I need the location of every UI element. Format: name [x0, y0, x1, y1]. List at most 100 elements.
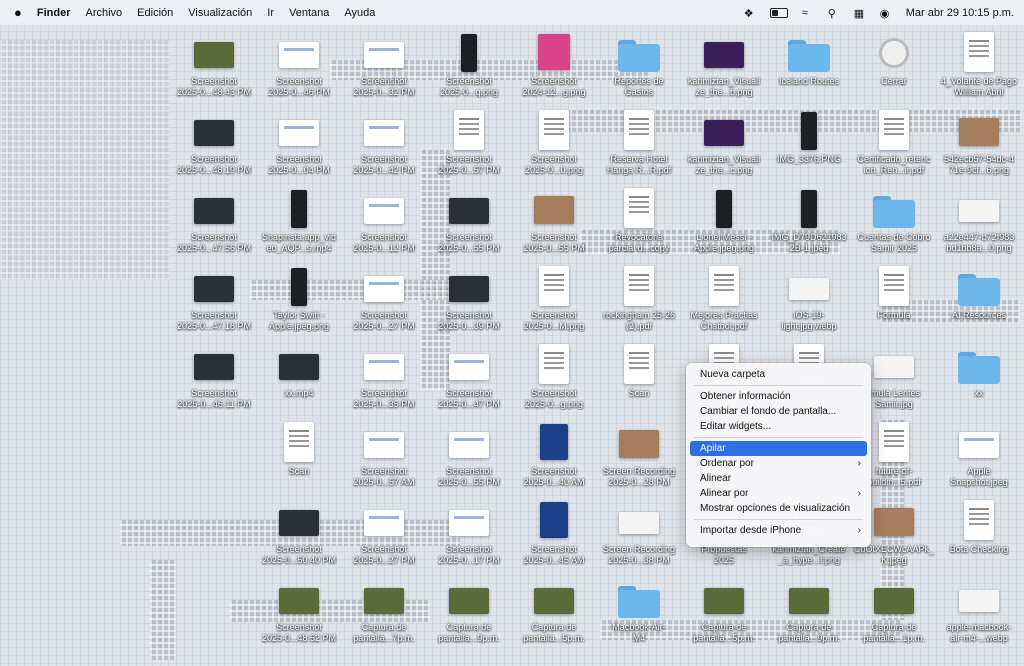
menu-item-edit-widgets[interactable]: Editar widgets... — [690, 419, 867, 434]
desktop-file-icon[interactable]: Screenshot 2025-0...55 PM — [427, 420, 511, 496]
desktop-file-icon[interactable]: Screenshot 2025-0...35 PM — [342, 342, 426, 418]
desktop-file-icon[interactable]: Screenshot 2025-0...40 AM — [512, 420, 596, 496]
desktop-file-icon[interactable]: Iceland Routes — [767, 30, 851, 106]
menu-ventana[interactable]: Ventana — [289, 7, 329, 19]
desktop-file-icon[interactable]: Screenshot 2025-0...47.56 PM — [172, 186, 256, 262]
desktop-file-icon[interactable]: Cuentas de Cobro Samir 2025 — [852, 186, 936, 262]
desktop-file-icon[interactable]: karimiztan_Visuali ze_the...c.png — [682, 108, 766, 184]
menu-ayuda[interactable]: Ayuda — [344, 7, 375, 19]
desktop-file-icon[interactable]: IMG_D79D621983 2B-1.jpeg — [767, 186, 851, 262]
menu-finder[interactable]: Finder — [37, 7, 71, 19]
file-name-line-2: light.jpg.webp — [781, 321, 837, 331]
desktop-file-icon[interactable]: Screenshot 2025-0...55 PM — [427, 186, 511, 262]
desktop-file-icon[interactable]: Screenshot 2025-0...q.png — [427, 30, 511, 106]
desktop-file-icon[interactable]: Reserva Hotel Hanga R...R.pdf — [597, 108, 681, 184]
desktop-file-icon[interactable]: Screenshot 2024-12...g.png — [512, 30, 596, 106]
desktop-file-icon[interactable]: Scan — [257, 420, 341, 496]
desktop-file-icon[interactable]: Screenshot 2025-0...50.40 PM — [257, 498, 341, 574]
desktop-file-icon[interactable]: Screenshot 2025-0...0.png — [512, 108, 596, 184]
apple-menu-icon[interactable]: ● — [14, 5, 22, 20]
desktop-file-icon[interactable]: Screenshot 2025-0...g.png — [512, 342, 596, 418]
desktop-file-icon[interactable]: Screenshot 2025-0...32 PM — [342, 30, 426, 106]
dropbox-icon[interactable]: ❖ — [744, 7, 756, 20]
desktop-file-icon[interactable]: Revocatoria parcial d...copy — [597, 186, 681, 262]
desktop-file-icon[interactable]: Screenshot 2025-0...47 PM — [427, 342, 511, 418]
desktop-file-icon[interactable]: Formula — [852, 264, 936, 340]
desktop-file-icon[interactable]: Screen Recording 2025-0...38 PM — [597, 498, 681, 574]
desktop-file-icon[interactable]: Captura de pantalla...9p.m. — [427, 576, 511, 652]
menu-item-import-iphone[interactable]: Importar desde iPhone › — [690, 523, 867, 538]
desktop-file-icon[interactable]: Screenshot 2025-0...46 PM — [257, 30, 341, 106]
menu-item-new-folder[interactable]: Nueva carpeta — [690, 367, 867, 382]
desktop-file-icon[interactable]: Screen Recording 2025-0...28 PM — [597, 420, 681, 496]
menu-ir[interactable]: Ir — [267, 7, 274, 19]
desktop-file-icon[interactable]: Mejores Practias Chatbot.pdf — [682, 264, 766, 340]
search-icon[interactable]: ⚲ — [828, 7, 840, 20]
desktop-file-icon[interactable]: 4_Volante de Pago William Abril — [937, 30, 1021, 106]
file-name-line-1: Screenshot — [191, 232, 237, 242]
menu-item-change-wallpaper[interactable]: Cambiar el fondo de pantalla... — [690, 404, 867, 419]
desktop-file-icon[interactable]: Captura de pantalla...9p.m. — [767, 576, 851, 652]
desktop-file-icon[interactable]: Cerrar — [852, 30, 936, 106]
desktop-file-icon[interactable]: Captura de pantalla...1p.m. — [852, 576, 936, 652]
menu-edicion[interactable]: Edición — [137, 7, 173, 19]
siri-icon[interactable]: ◉ — [880, 7, 892, 20]
desktop-file-icon[interactable]: Screenshot 2025-0...27 PM — [342, 264, 426, 340]
desktop-file-icon[interactable]: Certificado_retenc ion_Ren...ir.pdf — [852, 108, 936, 184]
desktop-file-icon[interactable]: Screenshot 2025-0...42 PM — [342, 108, 426, 184]
desktop-file-icon[interactable]: Lionel Messi - Apple.jpeg.png — [682, 186, 766, 262]
desktop-file-icon[interactable]: Bota Checking — [937, 498, 1021, 574]
desktop-file-icon[interactable]: Screenshot 2025-0...M.png — [512, 264, 596, 340]
desktop-file-icon[interactable]: Screenshot 2025-0...55 PM — [512, 186, 596, 262]
menu-item-view-options[interactable]: Mostrar opciones de visualización — [690, 501, 867, 516]
desktop-file-icon[interactable]: iOS-19- light.jpg.webp — [767, 264, 851, 340]
desktop-file-icon[interactable]: Screenshot 2025-0...57 PM — [427, 108, 511, 184]
desktop-file-icon[interactable]: Screenshot 2025-0...48.52 PM — [257, 576, 341, 652]
desktop-file-icon[interactable]: xx — [937, 342, 1021, 418]
desktop-file-icon[interactable]: a22e447-b72f983 bd1bb8a...0.png — [937, 186, 1021, 262]
desktop-file-icon[interactable]: rockingham 25-26 (2).pdf — [597, 264, 681, 340]
battery-icon[interactable] — [769, 7, 788, 18]
file-name-label: Bota Checking — [937, 544, 1021, 555]
desktop-file-icon[interactable]: Scan — [597, 342, 681, 418]
desktop-file-icon[interactable]: Screenshot 2025-0...46.11 PM — [172, 342, 256, 418]
desktop-file-icon[interactable]: AI Resources — [937, 264, 1021, 340]
file-name-line-1: AI Resources — [951, 310, 1007, 320]
file-name-line-1: Screen Recording — [602, 466, 676, 476]
desktop-file-icon[interactable]: Screenshot 2025-0...47.18 PM — [172, 264, 256, 340]
desktop-file-icon[interactable]: Captura de pantalla...5p.m. — [512, 576, 596, 652]
desktop-file-icon[interactable]: Reportes de Gastos — [597, 30, 681, 106]
desktop-file-icon[interactable]: Screenshot 2025-0...17 PM — [427, 498, 511, 574]
file-thumbnail — [964, 32, 994, 72]
menu-visualizacion[interactable]: Visualización — [188, 7, 252, 19]
desktop-file-icon[interactable]: Captura de pantalla...7p.m. — [342, 576, 426, 652]
desktop-file-icon[interactable]: Screenshot 2025-0...48.19 PM — [172, 108, 256, 184]
control-center-icon[interactable]: ▦ — [854, 7, 866, 20]
menu-archivo[interactable]: Archivo — [85, 7, 122, 19]
desktop-file-icon[interactable]: Snapinsta.app_vid eo_AQP...s.mp4 — [257, 186, 341, 262]
wifi-icon[interactable]: ≈ — [802, 7, 814, 19]
menu-item-align[interactable]: Alinear — [690, 471, 867, 486]
desktop-file-icon[interactable]: IMG_3376.PNG — [767, 108, 851, 184]
desktop-file-icon[interactable]: Taylor Swift - Apple.jpeg.png — [257, 264, 341, 340]
desktop-file-icon[interactable]: Screenshot 2025-0...12 PM — [342, 186, 426, 262]
desktop-file-icon[interactable]: Apple Snapshot.jpeg — [937, 420, 1021, 496]
desktop-file-icon[interactable]: Screenshot 2025-0...39 PM — [427, 264, 511, 340]
desktop-file-icon[interactable]: Screenshot 2025-0...57 AM — [342, 420, 426, 496]
desktop-file-icon[interactable]: Screenshot 2025-0...48.43 PM — [172, 30, 256, 106]
menu-item-stack[interactable]: Apilar — [690, 441, 867, 456]
desktop-file-icon[interactable]: apple-macbook-air-m4-...webp — [937, 576, 1021, 652]
desktop-file-icon[interactable]: 542ecb57-54dc-4 71e-9cf...6.png — [937, 108, 1021, 184]
desktop-file-icon[interactable]: karimiztan_Visuali ze_the...b.png — [682, 30, 766, 106]
desktop-file-icon[interactable]: Macbook-Air- M4 — [597, 576, 681, 652]
menu-item-get-info[interactable]: Obtener información — [690, 389, 867, 404]
desktop-file-icon[interactable]: xx.mp4 — [257, 342, 341, 418]
desktop-file-icon[interactable]: Screenshot 2025-0...04 PM — [257, 108, 341, 184]
desktop-file-icon[interactable]: Screenshot 2025-0...27 PM — [342, 498, 426, 574]
desktop-file-icon[interactable]: Captura de pantalla...5p.m. — [682, 576, 766, 652]
desktop-file-icon[interactable]: Screenshot 2025-0...45 AM — [512, 498, 596, 574]
clock[interactable]: Mar abr 29 10:15 p.m. — [906, 7, 1014, 19]
menu-item-sort-by[interactable]: Ordenar por › — [690, 456, 867, 471]
file-thumbnail — [449, 198, 489, 224]
menu-item-align-by[interactable]: Alinear por › — [690, 486, 867, 501]
